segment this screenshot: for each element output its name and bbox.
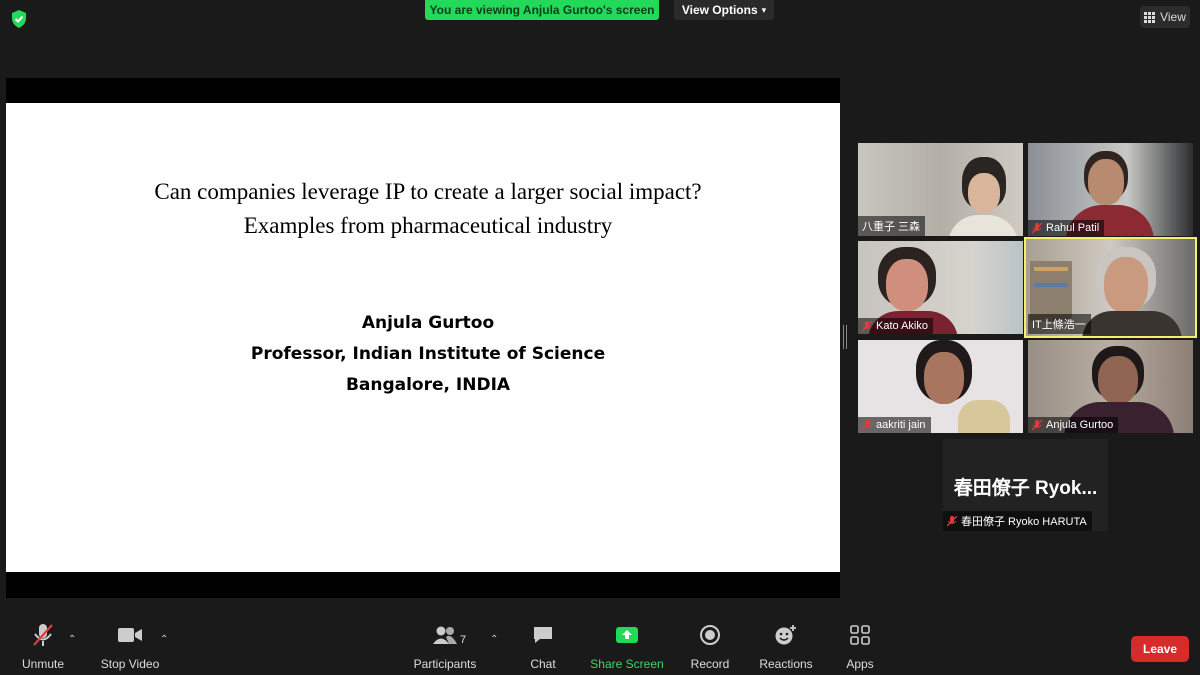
- participant-name: 春田僚子 Ryoko HARUTA: [961, 516, 1087, 528]
- participant-nameplate: aakriti jain: [858, 417, 931, 433]
- slide-title: Can companies leverage IP to create a la…: [6, 175, 850, 243]
- view-options-label: View Options: [681, 3, 758, 17]
- record-label: Record: [690, 657, 730, 671]
- smiley-plus-icon: [775, 625, 796, 645]
- participant-name: Kato Akiko: [876, 320, 928, 332]
- mic-muted-icon: [1032, 222, 1042, 233]
- audio-options-caret-icon[interactable]: ⌃: [68, 634, 76, 645]
- participant-tile[interactable]: Rahul Patil: [1028, 143, 1193, 236]
- participant-display-name: 春田僚子 Ryok...: [953, 478, 1098, 499]
- unmute-button[interactable]: Unmute: [20, 620, 66, 675]
- record-icon: [700, 625, 720, 645]
- view-label: View: [1160, 10, 1186, 24]
- participants-options-caret-icon[interactable]: ⌃: [490, 634, 498, 645]
- share-screen-icon: [616, 627, 638, 643]
- participant-tile[interactable]: Anjula Gurtoo: [1028, 340, 1193, 433]
- panel-resize-handle[interactable]: [843, 325, 847, 349]
- viewing-screen-banner: You are viewing Anjula Gurtoo's screen: [425, 0, 659, 20]
- slide-title-line1: Can companies leverage IP to create a la…: [154, 179, 702, 204]
- participant-nameplate: 八重子 三森: [858, 216, 926, 236]
- stop-video-label: Stop Video: [100, 657, 160, 671]
- unmute-label: Unmute: [21, 657, 65, 671]
- participant-tile[interactable]: 八重子 三森: [858, 143, 1023, 236]
- participant-name: aakriti jain: [876, 419, 926, 431]
- participant-tile-active-speaker[interactable]: IT上條浩一: [1024, 237, 1197, 338]
- participant-nameplate: Anjula Gurtoo: [1028, 417, 1119, 433]
- leave-button[interactable]: Leave: [1131, 636, 1189, 662]
- author-title: Professor, Indian Institute of Science: [250, 344, 606, 364]
- participant-nameplate: IT上條浩一: [1028, 314, 1091, 334]
- share-screen-button[interactable]: Share Screen: [590, 620, 664, 675]
- mic-muted-icon: [862, 320, 872, 331]
- participant-name: 八重子 三森: [862, 221, 921, 233]
- video-options-caret-icon[interactable]: ⌃: [160, 634, 168, 645]
- record-button[interactable]: Record: [688, 620, 732, 675]
- apps-button[interactable]: Apps: [843, 620, 877, 675]
- participant-nameplate: Rahul Patil: [1028, 220, 1105, 236]
- participant-tile-video-off[interactable]: 春田僚子 Ryok... 春田僚子 Ryoko HARUTA: [943, 439, 1108, 531]
- participant-nameplate: 春田僚子 Ryoko HARUTA: [943, 511, 1092, 531]
- chat-bubble-icon: [534, 627, 552, 643]
- participant-name: Rahul Patil: [1046, 222, 1100, 234]
- slide-author-block: Anjula Gurtoo Professor, Indian Institut…: [6, 308, 850, 401]
- participant-tile[interactable]: Kato Akiko: [858, 241, 1023, 334]
- apps-icon: [850, 625, 870, 645]
- participants-button[interactable]: Participants: [413, 620, 477, 675]
- mic-muted-icon: [1032, 419, 1042, 430]
- participants-label: Participants: [413, 657, 477, 671]
- view-options-button[interactable]: View Options ▾: [674, 0, 774, 20]
- author-name: Anjula Gurtoo: [361, 313, 495, 333]
- mic-muted-icon: [33, 624, 53, 646]
- mic-muted-icon: [947, 515, 957, 526]
- participant-nameplate: Kato Akiko: [858, 318, 933, 334]
- presentation-slide: Can companies leverage IP to create a la…: [6, 103, 840, 572]
- security-shield-icon[interactable]: [9, 9, 29, 29]
- participant-name: IT上條浩一: [1032, 319, 1086, 331]
- share-screen-label: Share Screen: [590, 657, 664, 671]
- grid-icon: [1144, 11, 1156, 23]
- chat-label: Chat: [530, 657, 556, 671]
- reactions-button[interactable]: Reactions: [758, 620, 814, 675]
- chevron-down-icon: ▾: [761, 4, 767, 15]
- author-location: Bangalore, INDIA: [345, 375, 511, 395]
- mic-muted-icon: [862, 419, 872, 430]
- participant-tile[interactable]: aakriti jain: [858, 340, 1023, 433]
- participant-count: 7: [460, 634, 467, 646]
- participant-name: Anjula Gurtoo: [1046, 419, 1114, 431]
- chat-button[interactable]: Chat: [525, 620, 561, 675]
- reactions-label: Reactions: [759, 657, 813, 671]
- video-camera-icon: [118, 628, 142, 642]
- view-layout-button[interactable]: View: [1140, 6, 1190, 28]
- apps-label: Apps: [846, 657, 874, 671]
- shared-screen: Can companies leverage IP to create a la…: [6, 78, 840, 598]
- slide-title-line2: Examples from pharmaceutical industry: [243, 213, 613, 238]
- meeting-toolbar: Unmute ⌃ Stop Video ⌃ Participants 7 ⌃ C…: [0, 620, 1200, 675]
- participants-icon: [433, 626, 457, 644]
- stop-video-button[interactable]: Stop Video: [98, 620, 162, 675]
